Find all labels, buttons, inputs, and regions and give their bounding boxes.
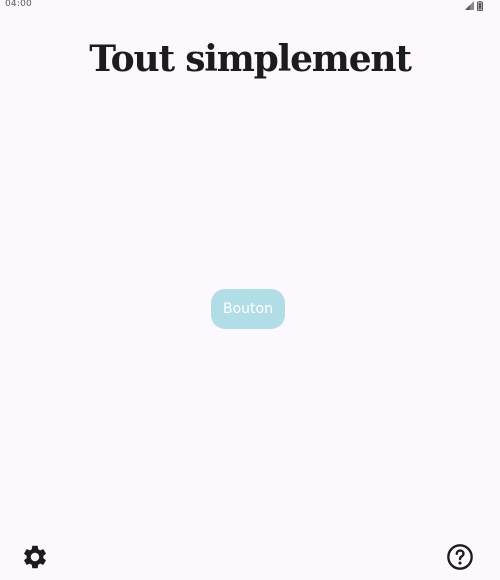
main-button[interactable]: Bouton [211, 289, 285, 329]
status-bar: 04:00 [0, 0, 500, 12]
signal-icon [465, 1, 474, 10]
battery-icon [477, 1, 483, 11]
settings-icon[interactable] [20, 542, 50, 572]
status-icons [465, 1, 483, 11]
page-title: Tout simplement [89, 38, 412, 80]
help-icon[interactable] [445, 542, 475, 572]
status-time: 04:00 [5, 0, 32, 9]
